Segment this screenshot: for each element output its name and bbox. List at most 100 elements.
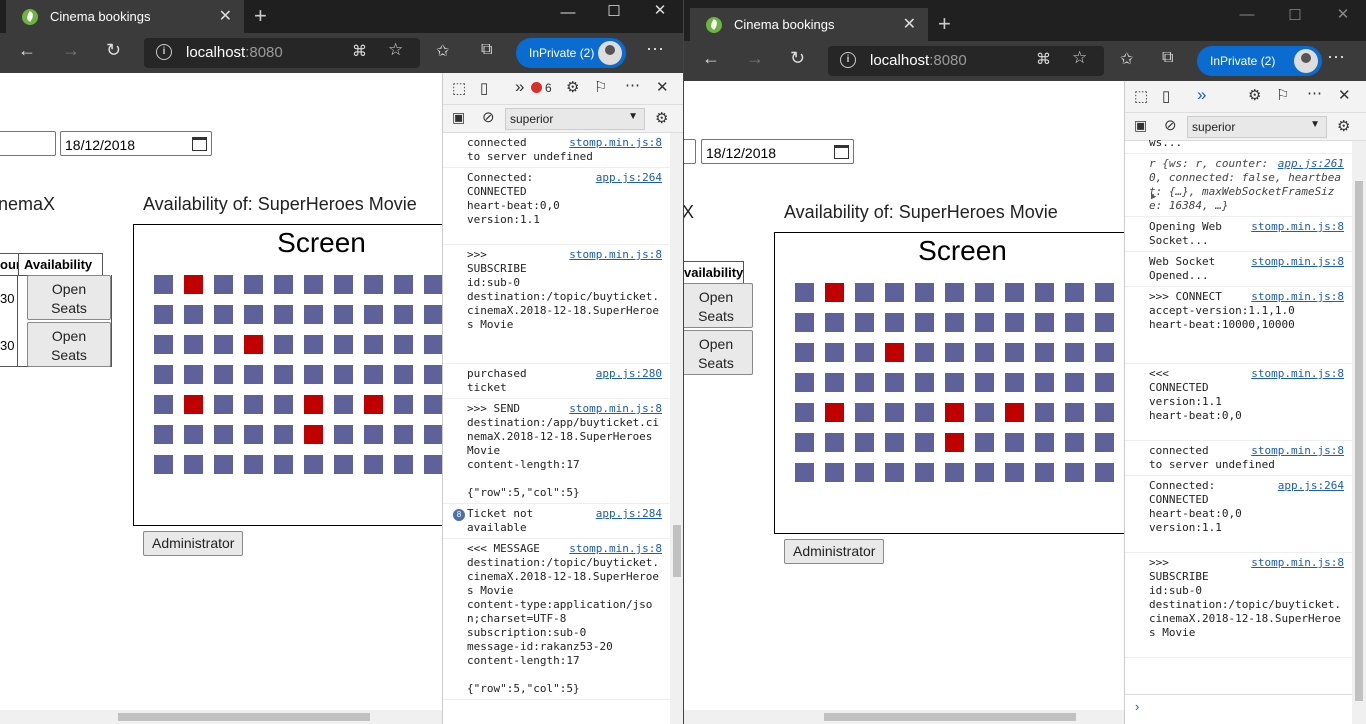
seat-available[interactable] [855, 283, 874, 302]
source-link[interactable]: stomp.min.js:8 [1251, 220, 1344, 234]
source-link[interactable]: stomp.min.js:8 [569, 136, 662, 150]
seat-available[interactable] [1095, 343, 1114, 362]
source-link[interactable]: stomp.min.js:8 [1251, 556, 1344, 570]
seat-taken[interactable] [945, 403, 964, 422]
seat-available[interactable] [855, 373, 874, 392]
seat-available[interactable] [915, 433, 934, 452]
seat-available[interactable] [304, 455, 323, 474]
seat-available[interactable] [334, 425, 353, 444]
scrollbar-thumb[interactable] [824, 713, 1076, 721]
sidebar-toggle-icon[interactable]: ▣ [1134, 117, 1147, 134]
seat-available[interactable] [1035, 283, 1054, 302]
seat-available[interactable] [394, 305, 413, 324]
seat-available[interactable] [274, 425, 293, 444]
seat-available[interactable] [1065, 373, 1084, 392]
seat-available[interactable] [424, 365, 442, 384]
seat-available[interactable] [244, 305, 263, 324]
close-devtools-icon[interactable]: ✕ [1338, 86, 1351, 104]
seat-available[interactable] [1035, 343, 1054, 362]
seat-available[interactable] [1065, 433, 1084, 452]
seat-taken[interactable] [304, 425, 323, 444]
seat-available[interactable] [1005, 463, 1024, 482]
open-seats-button[interactable]: Open Seats [684, 283, 753, 328]
calendar-icon[interactable] [834, 145, 849, 159]
seat-available[interactable] [364, 275, 383, 294]
seat-available[interactable] [304, 305, 323, 324]
seat-available[interactable] [394, 335, 413, 354]
seat-available[interactable] [1035, 313, 1054, 332]
error-count[interactable]: 6 [545, 81, 552, 95]
seat-available[interactable] [945, 463, 964, 482]
seat-taken[interactable] [825, 403, 844, 422]
seat-available[interactable] [975, 343, 994, 362]
seat-available[interactable] [154, 455, 173, 474]
settings-gear-icon[interactable]: ⚙ [566, 78, 579, 96]
seat-available[interactable] [394, 275, 413, 294]
seat-available[interactable] [394, 455, 413, 474]
clear-console-icon[interactable]: ⊘ [482, 108, 495, 126]
seat-available[interactable] [1005, 313, 1024, 332]
favorite-star-icon[interactable]: ☆ [388, 40, 403, 60]
seat-available[interactable] [274, 335, 293, 354]
seat-available[interactable] [1065, 463, 1084, 482]
seat-available[interactable] [915, 373, 934, 392]
seat-available[interactable] [154, 335, 173, 354]
seat-available[interactable] [1095, 373, 1114, 392]
inprivate-button[interactable]: InPrivate (2) [1197, 46, 1322, 76]
date-input[interactable]: 18/12/2018 [701, 139, 854, 164]
forward-icon[interactable]: → [62, 40, 80, 61]
seat-available[interactable] [915, 403, 934, 422]
seat-available[interactable] [394, 395, 413, 414]
seat-available[interactable] [855, 313, 874, 332]
favorite-star-icon[interactable]: ☆ [1072, 48, 1087, 68]
seat-available[interactable] [394, 365, 413, 384]
seat-available[interactable] [214, 305, 233, 324]
seat-available[interactable] [945, 373, 964, 392]
more-tabs-icon[interactable]: » [515, 77, 524, 97]
seat-available[interactable] [885, 283, 904, 302]
source-link[interactable]: stomp.min.js:8 [1251, 255, 1344, 269]
seat-available[interactable] [364, 425, 383, 444]
seat-available[interactable] [184, 365, 203, 384]
more-menu-icon[interactable]: ⋯ [1327, 47, 1345, 68]
device-toolbar-icon[interactable]: ▯ [1162, 87, 1170, 105]
seat-available[interactable] [1005, 283, 1024, 302]
seat-available[interactable] [364, 455, 383, 474]
source-link[interactable]: app.js:261 [1278, 157, 1344, 171]
seat-available[interactable] [795, 463, 814, 482]
seat-available[interactable] [915, 343, 934, 362]
browser-tab[interactable]: Cinema bookings ✕ [6, 0, 244, 33]
close-devtools-icon[interactable]: ✕ [656, 78, 669, 96]
seat-available[interactable] [1095, 283, 1114, 302]
source-link[interactable]: stomp.min.js:8 [1251, 444, 1344, 458]
seat-available[interactable] [1065, 313, 1084, 332]
maximize-icon[interactable]: ☐ [591, 2, 637, 20]
seat-available[interactable] [1035, 403, 1054, 422]
settings-gear-icon[interactable]: ⚙ [1248, 86, 1261, 104]
seat-available[interactable] [975, 313, 994, 332]
seat-available[interactable] [975, 463, 994, 482]
seat-available[interactable] [244, 275, 263, 294]
seat-available[interactable] [154, 395, 173, 414]
seat-available[interactable] [214, 455, 233, 474]
site-info-icon[interactable]: i [156, 44, 172, 60]
source-link[interactable]: stomp.min.js:8 [569, 542, 662, 556]
seat-available[interactable] [334, 275, 353, 294]
device-toolbar-icon[interactable]: ▯ [480, 79, 488, 97]
seat-available[interactable] [334, 365, 353, 384]
page-horizontal-scrollbar[interactable] [684, 710, 1124, 724]
back-icon[interactable]: ← [702, 48, 720, 69]
seat-available[interactable] [975, 433, 994, 452]
seat-available[interactable] [915, 463, 934, 482]
seat-available[interactable] [364, 335, 383, 354]
seat-available[interactable] [1035, 433, 1054, 452]
seat-available[interactable] [825, 373, 844, 392]
seat-available[interactable] [364, 305, 383, 324]
open-seats-button[interactable]: Open Seats [684, 330, 753, 375]
seat-available[interactable] [214, 395, 233, 414]
seat-available[interactable] [274, 275, 293, 294]
favorites-icon[interactable]: ✩ [436, 41, 449, 61]
seat-available[interactable] [424, 455, 442, 474]
source-link[interactable]: stomp.min.js:8 [569, 402, 662, 416]
feedback-icon[interactable]: ⚐ [594, 78, 607, 96]
